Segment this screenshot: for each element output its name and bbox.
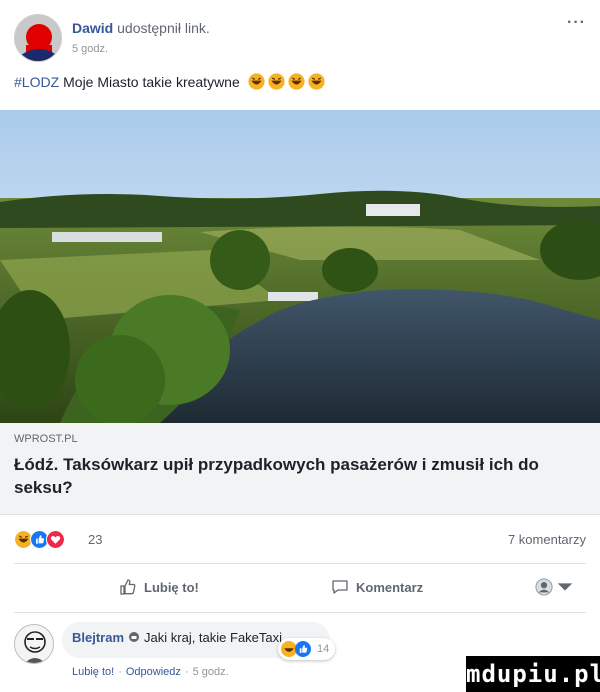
comment-icon	[332, 580, 348, 594]
avatar-image	[15, 15, 61, 61]
hashtag-link[interactable]: #LODZ	[14, 74, 59, 90]
reaction-icons[interactable]	[14, 530, 65, 549]
like-button[interactable]: Lubię to!	[119, 578, 199, 596]
love-icon	[46, 530, 65, 549]
post-header: Dawid udostępnił link. 5 godz. ··· #LODZ…	[0, 0, 600, 110]
separator-dot: ·	[184, 666, 189, 678]
comment-timestamp[interactable]: 5 godz.	[193, 666, 229, 678]
actions-bar: Lubię to! Komentarz	[14, 563, 586, 613]
link-meta[interactable]: WPROST.PL Łódź. Taksówkarz upił przypadk…	[0, 423, 600, 515]
laughing-emoji-icon	[248, 73, 265, 90]
lake-park-photo	[0, 110, 600, 423]
post-text: #LODZ Moje Miasto takie kreatywne	[14, 73, 325, 90]
more-options-button[interactable]: ···	[567, 14, 586, 32]
comment-button[interactable]: Komentarz	[331, 578, 423, 596]
badge-icon	[129, 632, 140, 642]
laughing-emoji-icon	[268, 73, 285, 90]
profile-selector-icon	[535, 578, 553, 596]
like-label: Lubię to!	[144, 579, 199, 595]
comment-label: Komentarz	[356, 579, 424, 595]
comment-reaction-count: 14	[317, 643, 330, 655]
like-icon	[295, 641, 311, 657]
thumbs-up-icon	[120, 579, 136, 595]
comment-reply-link[interactable]: Odpowiedz	[126, 666, 181, 678]
comment-text: Jaki kraj, takie FakeTaxi	[144, 630, 283, 645]
link-domain: WPROST.PL	[14, 433, 78, 445]
link-preview-image[interactable]	[0, 110, 600, 423]
comment-reactions[interactable]: 14	[278, 638, 336, 660]
laughing-emoji-icon	[288, 73, 305, 90]
watermark: mdupiu.pl	[466, 656, 600, 692]
author-avatar[interactable]	[14, 14, 62, 62]
post-body-text: Moje Miasto takie kreatywne	[63, 73, 240, 90]
comment-actions: Lubię to! · Odpowiedz · 5 godz.	[72, 666, 229, 678]
author-name[interactable]: Dawid	[72, 20, 113, 36]
author-line: Dawid udostępnił link.	[72, 20, 210, 36]
commenter-avatar[interactable]	[14, 624, 54, 664]
chevron-down-icon	[557, 583, 573, 591]
reaction-count[interactable]: 23	[88, 532, 102, 547]
commenter-name[interactable]: Blejtram	[72, 630, 124, 645]
link-title[interactable]: Łódź. Taksówkarz upił przypadkowych pasa…	[14, 453, 584, 499]
reactions-bar: 23 7 komentarzy	[0, 515, 600, 563]
commenter-avatar-image	[15, 625, 53, 663]
separator-dot: ·	[118, 666, 122, 678]
comment-count[interactable]: 7 komentarzy	[508, 532, 586, 547]
post-action: udostępnił link.	[117, 20, 210, 36]
post-timestamp[interactable]: 5 godz.	[72, 43, 108, 55]
emoji-row	[248, 73, 325, 90]
laughing-emoji-icon	[308, 73, 325, 90]
reaction-selector[interactable]	[535, 578, 574, 596]
comment-like-link[interactable]: Lubię to!	[72, 666, 114, 678]
